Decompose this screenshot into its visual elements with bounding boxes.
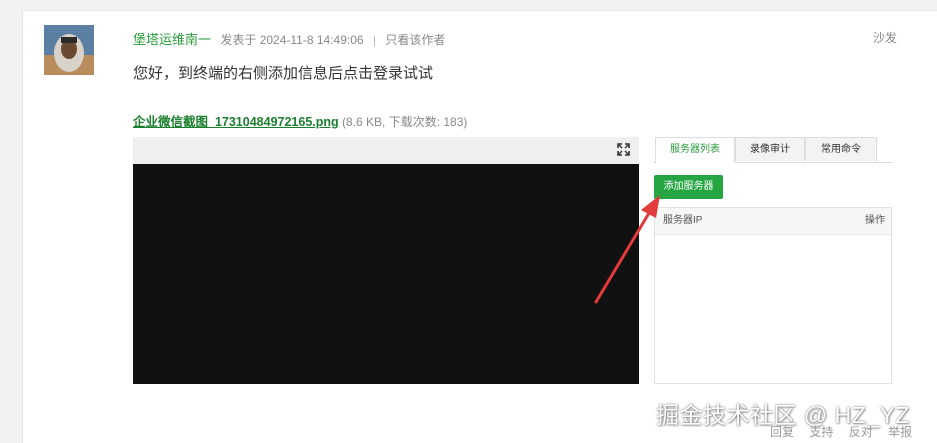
server-panel: 服务器列表 录像审计 常用命令 添加服务器 服务器IP 操作 <box>653 137 893 384</box>
attachment-link[interactable]: 企业微信截图_17310484972165.png <box>133 115 339 129</box>
post-time: 发表于 2024-11-8 14:49:06 <box>220 33 364 47</box>
post-content: 您好，到终端的右侧添加信息后点击登录试试 <box>133 65 434 82</box>
tab-common-commands[interactable]: 常用命令 <box>805 137 877 161</box>
avatar-image <box>44 25 94 75</box>
attachment-screenshot[interactable]: 服务器列表 录像审计 常用命令 添加服务器 服务器IP 操作 <box>133 137 893 384</box>
panel-tabs: 服务器列表 录像审计 常用命令 <box>653 137 893 163</box>
terminal-toolbar <box>133 137 639 164</box>
fullscreen-icon[interactable] <box>617 143 630 156</box>
attachment-line: 企业微信截图_17310484972165.png (8.6 KB, 下载次数:… <box>133 111 467 130</box>
server-table-header: 服务器IP 操作 <box>655 208 891 235</box>
add-server-button[interactable]: 添加服务器 <box>654 175 723 199</box>
avatar[interactable] <box>44 25 94 75</box>
support-button[interactable]: 支持 <box>809 425 833 439</box>
post-actions: 回复 支持 反对 举报 <box>770 423 924 440</box>
author-link[interactable]: 堡塔运维南一 <box>133 32 211 47</box>
report-button[interactable]: 举报 <box>888 425 912 439</box>
meta-separator: | <box>372 33 377 47</box>
tab-server-list[interactable]: 服务器列表 <box>655 137 735 163</box>
reply-button[interactable]: 回复 <box>770 425 794 439</box>
only-author-link[interactable]: 只看该作者 <box>385 33 445 47</box>
server-table: 服务器IP 操作 <box>654 207 892 384</box>
tab-recording-audit[interactable]: 录像审计 <box>735 137 805 161</box>
oppose-button[interactable]: 反对 <box>849 425 873 439</box>
header-server-ip: 服务器IP <box>663 215 703 226</box>
header-action: 操作 <box>865 215 885 226</box>
terminal-screen[interactable] <box>133 164 639 384</box>
post-meta: 堡塔运维南一 发表于 2024-11-8 14:49:06 | 只看该作者 <box>133 29 445 48</box>
floor-label: 沙发 <box>872 31 897 45</box>
attachment-info: (8.6 KB, 下载次数: 183) <box>342 115 468 129</box>
